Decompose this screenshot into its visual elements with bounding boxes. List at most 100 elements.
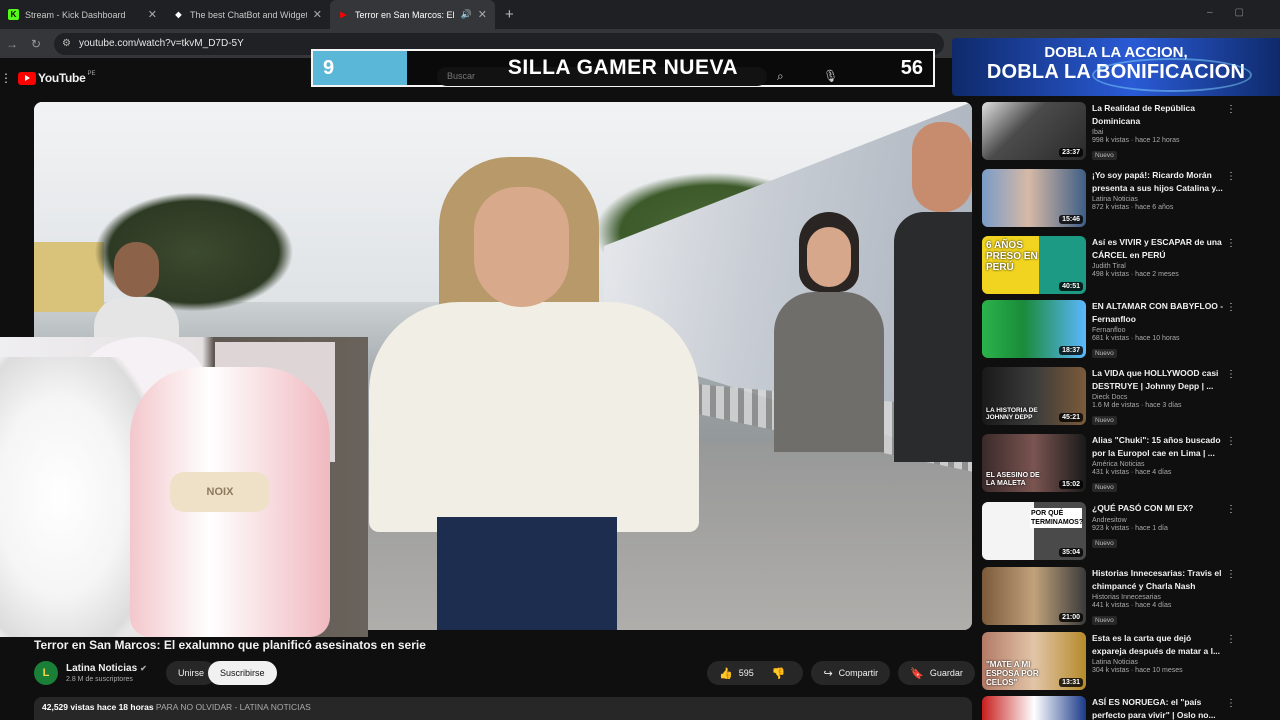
like-button[interactable]: 👍 595 👎: [707, 661, 804, 685]
video-mural-figure: [774, 212, 884, 452]
recommended-stats: 498 k vistas · hace 2 meses: [1092, 271, 1179, 278]
channel-name[interactable]: Latina Noticias: [66, 663, 137, 674]
video-duration: 23:37: [1059, 148, 1083, 157]
video-thumbnail[interactable]: LA HISTORIA DE JOHNNY DEPP 45:21: [982, 367, 1086, 425]
new-tab-button[interactable]: +: [505, 0, 514, 29]
description-box[interactable]: 42,529 vistas hace 18 horas PARA NO OLVI…: [34, 697, 972, 720]
recommended-channel[interactable]: Latina Noticias: [1092, 659, 1224, 666]
tab-youtube-video[interactable]: ▶ Terror en San Marcos: El ex 🔊 ✕: [330, 0, 495, 29]
recommended-title[interactable]: ASÍ ES NORUEGA: el "país perfecto para v…: [1092, 696, 1224, 720]
more-options-icon[interactable]: ⋮: [1226, 698, 1236, 709]
reload-icon[interactable]: ↻: [24, 37, 48, 51]
recommended-title[interactable]: Historias Innecesarias: Travis el chimpa…: [1092, 567, 1224, 592]
kick-icon: K: [8, 9, 19, 20]
recommended-video[interactable]: LA HISTORIA DE JOHNNY DEPP 45:21 La VIDA …: [982, 365, 1242, 427]
search-icon[interactable]: ⌕: [777, 69, 784, 84]
recommended-channel[interactable]: Historias Innecesarias: [1092, 594, 1224, 601]
youtube-icon: ▶: [340, 10, 347, 19]
recommended-channel[interactable]: Andresitow: [1092, 517, 1224, 524]
video-thumbnail[interactable]: [982, 696, 1086, 720]
recommended-title[interactable]: ¡Yo soy papá!: Ricardo Morán presenta a …: [1092, 169, 1224, 194]
youtube-logo[interactable]: YouTube PE: [18, 71, 95, 85]
tab-kick-dashboard[interactable]: K Stream - Kick Dashboard ✕: [0, 0, 165, 29]
channel-avatar[interactable]: L: [34, 661, 58, 685]
video-mural-figure: [894, 102, 972, 462]
more-options-icon[interactable]: ⋮: [1226, 369, 1236, 380]
recommended-video[interactable]: EL ASESINO DE LA MALETA 15:02 Alias "Chuk…: [982, 432, 1242, 494]
recommended-channel[interactable]: Fernanfloo: [1092, 327, 1224, 334]
recommended-video[interactable]: 21:00 Historias Innecesarias: Travis el …: [982, 565, 1242, 627]
save-button[interactable]: 🔖 Guardar: [898, 661, 975, 685]
recommended-title[interactable]: Alias "Chuki": 15 años buscado por la Eu…: [1092, 434, 1224, 459]
new-badge: Nuevo: [1092, 538, 1117, 548]
menu-icon[interactable]: ⋮: [0, 71, 12, 85]
goal-label: SILLA GAMER NUEVA: [507, 56, 739, 79]
window-controls[interactable]: –▢: [1207, 7, 1266, 18]
new-badge: Nuevo: [1092, 151, 1117, 160]
recommended-video[interactable]: 15:46 ¡Yo soy papá!: Ricardo Morán prese…: [982, 167, 1242, 229]
recommended-channel[interactable]: Judith Tiral: [1092, 263, 1224, 270]
video-thumbnail[interactable]: 6 AÑOS PRESO EN PERÚ 40:51: [982, 236, 1086, 294]
url-text: youtube.com/watch?v=tkvM_D7D-5Y: [78, 38, 244, 49]
recommended-channel[interactable]: Dieck Docs: [1092, 394, 1224, 401]
swirl-decoration: [1092, 58, 1252, 92]
video-thumbnail[interactable]: EL ASESINO DE LA MALETA 15:02: [982, 434, 1086, 492]
recommended-video[interactable]: "MATE A MI ESPOSA POR CELOS" 13:31 Esta e…: [982, 630, 1242, 692]
more-options-icon[interactable]: ⋮: [1226, 104, 1236, 115]
recommended-title[interactable]: Esta es la carta que dejó expareja despu…: [1092, 632, 1224, 657]
more-options-icon[interactable]: ⋮: [1226, 302, 1236, 313]
thumbnail-text: LA HISTORIA DE JOHNNY DEPP: [986, 407, 1038, 421]
recommended-channel[interactable]: América Noticias: [1092, 461, 1224, 468]
recommended-title[interactable]: La VIDA que HOLLYWOOD casi DESTRUYE | Jo…: [1092, 367, 1224, 392]
video-title: Terror en San Marcos: El exalumno que pl…: [34, 638, 426, 652]
recommended-video[interactable]: 6 AÑOS PRESO EN PERÚ 40:51 Así es VIVIR y…: [982, 234, 1242, 296]
site-info-icon[interactable]: ⚙: [62, 38, 71, 49]
promo-banner: DOBLA LA ACCION, DOBLA LA BONIFICACION: [952, 38, 1280, 96]
recommended-channel[interactable]: Ibai: [1092, 129, 1224, 136]
share-button[interactable]: ↪ Compartir: [811, 661, 891, 685]
recommended-title[interactable]: ¿QUÉ PASÓ CON MI EX?: [1092, 502, 1224, 515]
video-thumbnail[interactable]: 15:46: [982, 169, 1086, 227]
microphone-icon[interactable]: 🎙: [823, 69, 838, 83]
recommended-video[interactable]: ASÍ ES NORUEGA: el "país perfecto para v…: [982, 694, 1242, 720]
recommended-title[interactable]: Así es VIVIR y ESCAPAR de una CÁRCEL en …: [1092, 236, 1224, 261]
video-thumbnail[interactable]: 21:00: [982, 567, 1086, 625]
recommended-video[interactable]: 18:37 EN ALTAMAR CON BABYFLOO - Fernanfl…: [982, 298, 1242, 360]
close-tab-icon[interactable]: ✕: [478, 8, 487, 21]
recommended-video[interactable]: POR QUÉ TERMINAMOS? 35:04 ¿QUÉ PASÓ CON M…: [982, 500, 1242, 562]
more-options-icon[interactable]: ⋮: [1226, 171, 1236, 182]
recommended-video[interactable]: 23:37 La Realidad de República Dominican…: [982, 100, 1242, 162]
recommended-title[interactable]: EN ALTAMAR CON BABYFLOO - Fernanfloo: [1092, 300, 1224, 325]
new-badge: Nuevo: [1092, 349, 1117, 358]
tab-title: Terror en San Marcos: El ex: [355, 9, 457, 20]
video-thumbnail[interactable]: 18:37: [982, 300, 1086, 358]
speaker-icon[interactable]: 🔊: [461, 9, 472, 20]
thumbs-down-icon[interactable]: 👎: [772, 667, 786, 680]
recommended-stats: 923 k vistas · hace 1 día: [1092, 524, 1168, 532]
video-thumbnail[interactable]: POR QUÉ TERMINAMOS? 35:04: [982, 502, 1086, 560]
video-thumbnail[interactable]: 23:37: [982, 102, 1086, 160]
more-options-icon[interactable]: ⋮: [1226, 238, 1236, 249]
recommended-stats: 681 k vistas · hace 10 horas: [1092, 335, 1180, 342]
subscribe-button[interactable]: Suscribirse: [208, 661, 277, 685]
video-thumbnail[interactable]: "MATE A MI ESPOSA POR CELOS" 13:31: [982, 632, 1086, 690]
more-options-icon[interactable]: ⋮: [1226, 569, 1236, 580]
close-tab-icon[interactable]: ✕: [148, 8, 157, 21]
close-tab-icon[interactable]: ✕: [313, 8, 322, 21]
video-actions: 👍 595 👎 ↪ Compartir 🔖 Guardar ⋯: [707, 661, 1008, 685]
diamond-icon: ◆: [175, 10, 182, 19]
recommended-channel[interactable]: Latina Noticias: [1092, 196, 1224, 203]
chair-pillow: NOIX: [170, 472, 270, 512]
channel-info[interactable]: L Latina Noticias ✔ 2.8 M de suscriptores: [34, 659, 147, 687]
more-options-icon[interactable]: ⋮: [1226, 504, 1236, 515]
recommended-title[interactable]: La Realidad de República Dominicana: [1092, 102, 1224, 127]
more-options-icon[interactable]: ⋮: [1226, 436, 1236, 447]
recommended-stats: 441 k vistas · hace 4 días: [1092, 602, 1172, 609]
tab-chatbot[interactable]: ◆ The best ChatBot and Widgets ✕: [165, 0, 330, 29]
more-options-icon[interactable]: ⋮: [1226, 634, 1236, 645]
video-duration: 21:00: [1059, 613, 1083, 622]
video-duration: 13:31: [1059, 678, 1083, 687]
forward-icon[interactable]: →: [0, 37, 24, 51]
video-duration: 18:37: [1059, 346, 1083, 355]
video-duration: 40:51: [1059, 282, 1083, 291]
